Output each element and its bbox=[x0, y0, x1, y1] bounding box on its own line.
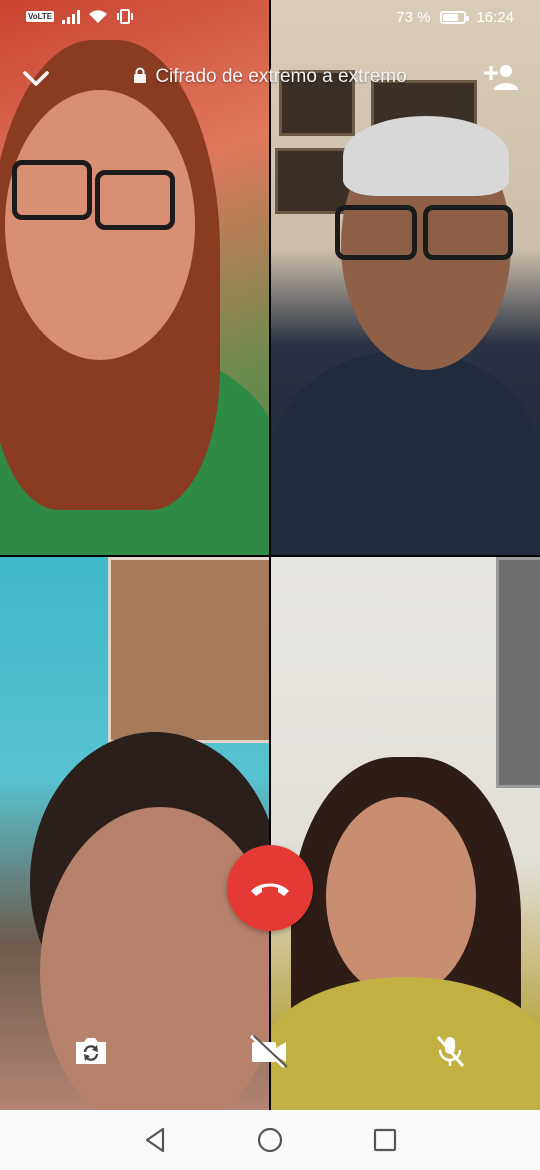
participant-2-figure bbox=[271, 350, 540, 555]
nav-home-button[interactable] bbox=[256, 1126, 284, 1154]
mic-off-icon bbox=[436, 1036, 465, 1067]
participant-4-face bbox=[326, 797, 476, 997]
phone-hangup-icon bbox=[251, 883, 289, 896]
video-tile-participant-4[interactable] bbox=[271, 557, 540, 1110]
vibrate-icon bbox=[117, 9, 134, 24]
mute-mic-button[interactable] bbox=[429, 1032, 471, 1070]
battery-icon bbox=[440, 11, 470, 24]
battery-percent: 73 % bbox=[396, 9, 431, 26]
lock-icon bbox=[134, 67, 147, 83]
clock: 16:24 bbox=[476, 9, 514, 26]
nav-recents-button[interactable] bbox=[371, 1126, 399, 1154]
add-participant-button[interactable] bbox=[484, 62, 520, 92]
circle-home-icon bbox=[257, 1127, 283, 1153]
camera-switch-icon bbox=[76, 1038, 106, 1064]
encryption-label: Cifrado de extremo a extremo bbox=[155, 66, 407, 87]
status-bar: VoLTE 73 % 16:24 bbox=[0, 0, 540, 38]
volte-icon: VoLTE bbox=[26, 11, 55, 22]
video-off-icon bbox=[249, 1034, 288, 1068]
nav-back-button[interactable] bbox=[141, 1126, 169, 1154]
participant-4-figure bbox=[271, 977, 540, 1110]
wifi-icon bbox=[89, 10, 108, 23]
signal-icon bbox=[62, 9, 81, 24]
call-header: Cifrado de extremo a extremo bbox=[0, 56, 540, 100]
end-call-button[interactable] bbox=[227, 845, 313, 931]
square-recents-icon bbox=[373, 1128, 397, 1152]
triangle-back-icon bbox=[145, 1127, 165, 1153]
encryption-notice: Cifrado de extremo a extremo bbox=[0, 66, 540, 88]
switch-camera-button[interactable] bbox=[70, 1032, 112, 1070]
video-tile-participant-3[interactable] bbox=[0, 557, 269, 1110]
add-person-icon bbox=[484, 65, 518, 90]
video-toggle-button[interactable] bbox=[248, 1032, 290, 1070]
system-navigation-bar bbox=[0, 1110, 540, 1170]
